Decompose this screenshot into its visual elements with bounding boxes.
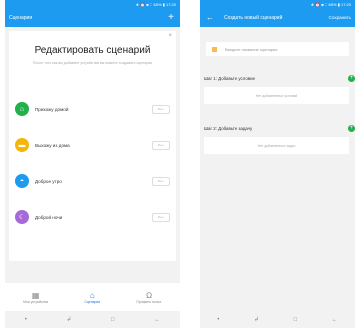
home-icon: ⌂ (15, 102, 29, 116)
profile-icon: Ω (146, 290, 153, 300)
recent-apps-icon[interactable]: ↲ (254, 316, 259, 323)
save-button[interactable]: Сохранить (329, 9, 351, 27)
app-bar: Сценарии + (5, 9, 180, 27)
scene-label: Прихожу домой (35, 106, 69, 112)
dot-icon[interactable]: • (25, 317, 27, 323)
scene-label: Доброе утро (35, 178, 62, 184)
back-icon[interactable]: ← (332, 317, 338, 323)
status-bar: ★ ⏰ ■ ∷ 65% ▮ 17:20 (200, 0, 355, 9)
card-description: После того как вы добавите устройства вы… (32, 61, 153, 65)
system-nav-bar: • ↲ □ ← (5, 311, 180, 328)
run-scene-button[interactable]: Вып. (152, 140, 170, 150)
add-condition-button[interactable]: + (348, 74, 355, 82)
step-2-label: Шаг 2: Добавьте задачу (204, 125, 253, 131)
step-2-header: Шаг 2: Добавьте задачу + (204, 123, 355, 133)
edit-scenario-card: × Редактировать сценарий После того как … (9, 31, 176, 261)
run-scene-button[interactable]: Вып. (152, 104, 170, 114)
sunrise-icon: ◓ (15, 174, 29, 188)
scene-label: Доброй ночи (35, 214, 63, 220)
scenarios-screen: ★ ⏰ ■ ∷ 65% ▮ 17:20 Сценарии + × Редакти… (5, 0, 180, 328)
edit-icon (212, 46, 217, 52)
app-bar: ← Создать новый сценарий Сохранить (200, 9, 355, 27)
scene-item-night[interactable]: ☾ Доброй ночи Вып. (15, 207, 170, 227)
status-bar: ★ ⏰ ■ ∷ 65% ▮ 17:20 (5, 0, 180, 9)
card-heading: Редактировать сценарий (34, 45, 151, 56)
conditions-empty: Нет добавленных условий (204, 87, 349, 104)
add-task-button[interactable]: + (348, 124, 355, 132)
scene-item-leave[interactable]: ▬ Выхожу из дома Вып. (15, 135, 170, 155)
tab-label: Мои устройства (23, 299, 49, 304)
tab-label: Профиль польз. (136, 299, 162, 304)
add-scenario-button[interactable]: + (168, 9, 174, 26)
tab-scenarios[interactable]: ⌂ Сценарии (84, 291, 100, 304)
create-scenario-screen: ★ ⏰ ■ ∷ 65% ▮ 17:20 ← Создать новый сцен… (200, 0, 355, 328)
back-icon[interactable]: ← (154, 317, 160, 323)
briefcase-icon: ▬ (15, 138, 29, 152)
recent-apps-icon[interactable]: ↲ (66, 316, 71, 323)
tasks-empty: Нет добавленных задач (204, 137, 349, 154)
tab-label: Сценарии (84, 299, 101, 304)
step-1-header: Шаг 1: Добавьте условие + (204, 73, 355, 83)
system-nav-bar: • ↲ □ ← (200, 311, 355, 328)
scene-item-morning[interactable]: ◓ Доброе утро Вып. (15, 171, 170, 191)
home-button-icon[interactable]: □ (294, 317, 298, 323)
scene-item-home[interactable]: ⌂ Прихожу домой Вып. (15, 99, 170, 119)
moon-icon: ☾ (15, 210, 29, 224)
screen-title: Создать новый сценарий (224, 15, 283, 21)
close-icon[interactable]: × (168, 33, 172, 39)
dot-icon[interactable]: • (217, 317, 219, 323)
tab-profile[interactable]: Ω Профиль польз. (136, 291, 161, 304)
run-scene-button[interactable]: Вып. (152, 176, 170, 186)
name-placeholder: Введите название сценария (225, 46, 278, 52)
house-icon: ⌂ (89, 290, 95, 300)
step-1-label: Шаг 1: Добавьте условие (204, 75, 256, 81)
home-button-icon[interactable]: □ (111, 317, 115, 323)
grid-icon: ▦ (31, 290, 40, 300)
scene-label: Выхожу из дома (35, 142, 70, 148)
run-scene-button[interactable]: Вып. (152, 212, 170, 222)
scenario-name-field[interactable]: Введите название сценария (206, 42, 349, 56)
bottom-tab-bar: ▦ Мои устройства ⌂ Сценарии Ω Профиль по… (5, 283, 180, 311)
tab-devices[interactable]: ▦ Мои устройства (23, 291, 48, 304)
back-arrow-icon[interactable]: ← (206, 9, 214, 26)
screen-title: Сценарии (9, 15, 33, 21)
